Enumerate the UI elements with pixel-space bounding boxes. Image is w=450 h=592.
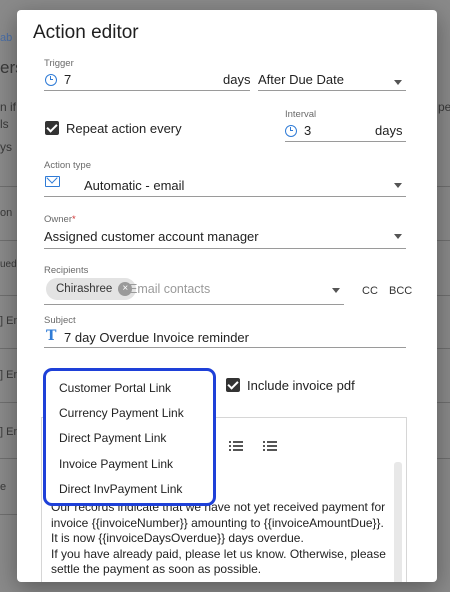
body-line: settle the payment as soon as possible.: [51, 562, 262, 576]
include-pdf-checkbox[interactable]: [226, 378, 240, 392]
owner-select[interactable]: Assigned customer account manager: [44, 229, 259, 244]
text-format-icon: T: [46, 328, 57, 344]
action-type-select[interactable]: Automatic - email: [84, 178, 184, 193]
trigger-days-unit: days: [223, 72, 251, 87]
action-editor-dialog: Action editor Trigger 7 days After Due D…: [17, 10, 437, 582]
body-line: invoice {{invoiceNumber}} amounting to {…: [51, 516, 384, 530]
bg-divider: [436, 295, 450, 296]
body-line: It is now {{invoiceDaysOverdue}} days ov…: [51, 531, 304, 545]
interval-input[interactable]: 3: [304, 123, 311, 138]
mail-icon: [45, 176, 60, 187]
bg-divider: [436, 186, 450, 187]
cc-button[interactable]: CC: [362, 285, 378, 297]
bg-divider: [0, 295, 18, 296]
relation-select-underline: [258, 90, 406, 91]
editor-scrollbar[interactable]: [394, 462, 402, 582]
bg-divider: [0, 240, 18, 241]
bg-text-fragment: ls: [0, 117, 9, 131]
menu-item-direct-payment-link[interactable]: Direct Payment Link: [59, 431, 166, 445]
required-mark: *: [71, 214, 76, 225]
bg-divider: [0, 458, 18, 459]
chevron-down-icon[interactable]: [332, 288, 340, 293]
subject-label: Subject: [44, 315, 76, 326]
bg-divider: [0, 348, 18, 349]
menu-item-currency-payment-link[interactable]: Currency Payment Link: [59, 406, 184, 420]
bg-divider: [0, 514, 18, 515]
ordered-list-icon[interactable]: [229, 440, 243, 452]
action-type-label: Action type: [44, 160, 91, 171]
recipient-chip-label: Chirashree: [56, 283, 113, 295]
chevron-down-icon[interactable]: [394, 234, 402, 239]
bg-divider: [0, 186, 18, 187]
clock-icon: [285, 125, 297, 137]
dialog-title: Action editor: [33, 22, 139, 43]
clock-icon: [45, 74, 57, 86]
owner-underline: [44, 248, 406, 249]
repeat-label: Repeat action every: [66, 121, 182, 136]
bcc-button[interactable]: BCC: [389, 285, 412, 297]
recipients-underline: [44, 304, 344, 305]
trigger-days-input[interactable]: 7: [64, 72, 71, 87]
interval-unit: days: [375, 123, 403, 138]
repeat-checkbox[interactable]: [45, 121, 59, 135]
chevron-down-icon[interactable]: [394, 183, 402, 188]
chevron-down-icon[interactable]: [394, 80, 402, 85]
action-type-underline: [44, 196, 406, 197]
interval-label: Interval: [285, 109, 317, 120]
owner-label: Owner*: [44, 214, 76, 225]
email-contacts-input[interactable]: Email contacts: [129, 282, 210, 296]
menu-item-direct-invpayment-link[interactable]: Direct InvPayment Link: [59, 482, 182, 496]
bg-text-fragment: pet: [438, 100, 450, 114]
bg-text-fragment: ys: [0, 140, 12, 154]
bg-divider: [0, 402, 18, 403]
bg-row-fragment: ued: [0, 259, 17, 270]
bg-row-fragment: e: [0, 481, 7, 493]
subject-underline: [44, 347, 406, 348]
menu-item-customer-portal-link[interactable]: Customer Portal Link: [59, 381, 171, 395]
body-line: If you have already paid, please let us …: [51, 547, 386, 561]
interval-underline: [285, 141, 406, 142]
bullet-list-icon[interactable]: [263, 440, 277, 452]
bg-divider: [436, 402, 450, 403]
bg-divider: [436, 348, 450, 349]
bg-divider: [436, 240, 450, 241]
bg-divider: [436, 458, 450, 459]
recipients-label: Recipients: [44, 265, 89, 276]
link-insert-dropdown: Customer Portal Link Currency Payment Li…: [43, 368, 216, 506]
bg-row-fragment: on: [0, 207, 13, 219]
trigger-relation-select[interactable]: After Due Date: [258, 72, 344, 87]
subject-input[interactable]: 7 day Overdue Invoice reminder: [64, 330, 249, 345]
recipient-chip[interactable]: Chirashree ×: [46, 278, 137, 300]
trigger-input-underline: [44, 90, 250, 91]
bg-text-fragment: n if: [0, 100, 17, 114]
include-pdf-label: Include invoice pdf: [247, 378, 355, 393]
bg-link-fragment: ab: [0, 32, 13, 44]
menu-item-invoice-payment-link[interactable]: Invoice Payment Link: [59, 457, 173, 471]
trigger-label: Trigger: [44, 58, 74, 69]
